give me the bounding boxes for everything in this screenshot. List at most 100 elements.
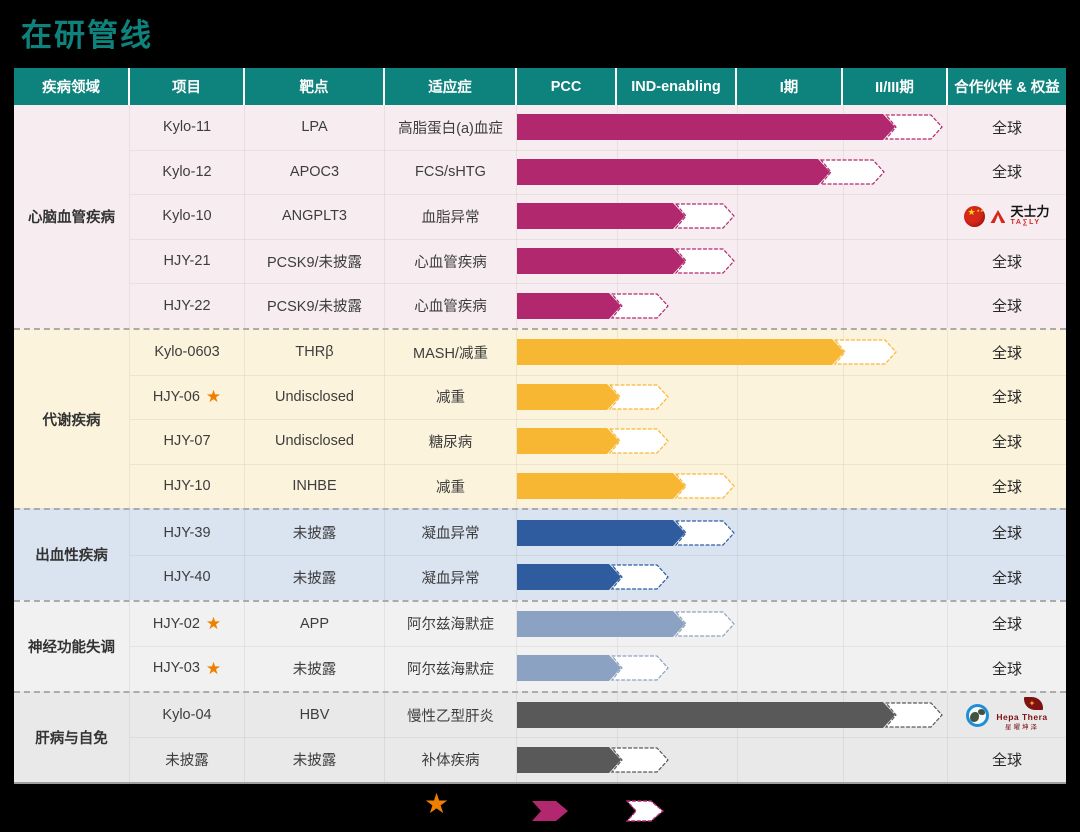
partner-rights-label: 全球 [992,342,1022,363]
dashed-arrow-extension [835,340,896,364]
phase-progress-bar [517,113,947,141]
phase-gridline [843,239,844,284]
target-cell: LPA [245,105,385,150]
pipeline-row: 未披露未披露补体疾病全球 [130,737,1066,782]
project-name: HJY-07 [163,433,210,449]
target-cell: PCSK9/未披露 [245,283,385,328]
partner-cell: 全球 [948,646,1066,691]
partner-cell: 全球 [948,283,1066,328]
pipeline-row: Kylo-0603THRβMASH/减重全球 [130,330,1066,375]
pipeline-row: HJY-03 ★ 未披露阿尔兹海默症 全球 [130,646,1066,691]
phase-progress-bar [517,292,673,320]
partner-rights-label: 全球 [992,749,1022,770]
phase-progress-bar [517,610,739,638]
solid-arrow-bar [517,248,685,274]
phase-progress-bar [517,519,739,547]
target-cell: 未披露 [245,737,385,782]
project-name: Kylo-12 [162,164,211,180]
project-cell: HJY-02★ [130,602,245,647]
partner-rights-label: 全球 [992,567,1022,588]
china-flag-icon: ★★★★ [964,206,985,227]
project-name: HJY-21 [163,253,210,269]
disease-area-label: 神经功能失调 [14,602,130,691]
partner-cell: 全球 [948,602,1066,647]
partner-rights-label: 全球 [992,117,1022,138]
pipeline-row: Kylo-12APOC3FCS/sHTG全球 [130,150,1066,195]
indication-cell: 高脂蛋白(a)血症 [385,105,517,150]
project-cell: Kylo-0603 [130,330,245,375]
partner-cell: 全球 [948,150,1066,195]
partner-cell: 全球 [948,419,1066,464]
pipeline-row: HJY-10INHBE减重全球 [130,464,1066,509]
pipeline-row: HJY-06★Undisclosed减重全球 [130,375,1066,420]
phase-progress-bar [517,472,739,500]
phase-gridline [843,283,844,328]
phase-gridline [843,419,844,464]
phase-gridline [843,510,844,555]
target-cell: HBV [245,693,385,738]
pipeline-table: 疾病领域项目靶点适应症PCCIND-enablingI期II/III期合作伙伴 … [14,68,1066,784]
key-program-star-icon: ★ [206,660,221,677]
column-header: IND-enabling [617,68,737,105]
project-name: HJY-10 [163,478,210,494]
partner-cell: 全球 [948,239,1066,284]
partner-cell: 全球 [948,510,1066,555]
project-cell: HJY-21 [130,239,245,284]
indication-cell: 补体疾病 [385,737,517,782]
phase-track [517,646,948,691]
tasly-partner-logo: ★★★★天士力TA∑LY [964,205,1049,227]
phase-gridline [843,375,844,420]
target-cell: APP [245,602,385,647]
project-cell: HJY-10 [130,464,245,509]
solid-arrow-bar [517,473,685,499]
partner-rights-label: 全球 [992,613,1022,634]
project-name: HJY-03 [153,660,200,676]
partner-rights-label: 全球 [992,386,1022,407]
phase-gridline [843,555,844,600]
pipeline-row: HJY-02★APP阿尔兹海默症全球 [130,602,1066,647]
partner-cell: ★★★★天士力TA∑LY [948,194,1066,239]
pipeline-row: HJY-40未披露凝血异常全球 [130,555,1066,600]
tasly-logo-mark [990,210,1005,223]
phase-progress-bar [517,563,673,591]
globe-icon [966,704,989,727]
hepathera-partner-logo: Hepa Thera星曜坤泽 [966,697,1047,733]
solid-arrow-bar [517,655,621,681]
pipeline-row: Kylo-04HBV慢性乙型肝炎Hepa Thera星曜坤泽 [130,693,1066,738]
phase-gridline [737,375,738,420]
column-header: 靶点 [245,68,385,105]
partner-cell: 全球 [948,737,1066,782]
phase-track [517,510,948,555]
solid-arrow-bar [517,339,844,365]
phase-progress-bar [517,247,739,275]
pipeline-row: Kylo-11LPA高脂蛋白(a)血症全球 [130,105,1066,150]
phase-track [517,194,948,239]
partner-rights-label: 全球 [992,431,1022,452]
phase-track [517,693,948,738]
indication-cell: 慢性乙型肝炎 [385,693,517,738]
project-cell: HJY-03 ★ [130,646,245,691]
phase-track [517,737,948,782]
indication-cell: 阿尔兹海默症 [385,646,517,691]
indication-cell: 糖尿病 [385,419,517,464]
legend-solid-arrow-icon [531,800,569,822]
target-cell: THRβ [245,330,385,375]
target-cell: 未披露 [245,510,385,555]
phase-gridline [843,737,844,782]
table-header-row: 疾病领域项目靶点适应症PCCIND-enablingI期II/III期合作伙伴 … [14,68,1066,105]
target-cell: PCSK9/未披露 [245,239,385,284]
column-header: II/III期 [843,68,948,105]
solid-arrow-bar [517,611,685,637]
partner-cell: 全球 [948,330,1066,375]
project-cell: 未披露 [130,737,245,782]
tasly-en-label: TA∑LY [1010,218,1040,227]
solid-arrow-bar [517,159,830,185]
target-cell: 未披露 [245,646,385,691]
phase-progress-bar [517,383,673,411]
project-cell: HJY-07 [130,419,245,464]
target-cell: APOC3 [245,150,385,195]
solid-arrow-bar [517,384,619,410]
partner-cell: 全球 [948,105,1066,150]
project-name: HJY-40 [163,569,210,585]
phase-track [517,464,948,509]
